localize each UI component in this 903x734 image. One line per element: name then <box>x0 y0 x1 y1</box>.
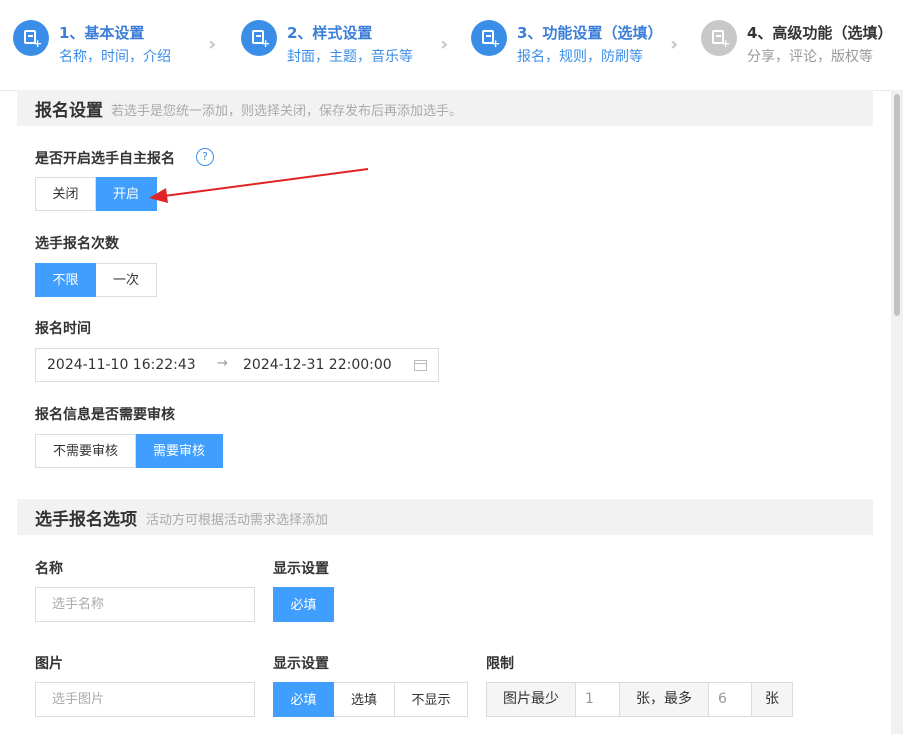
step-subtitle: 名称，时间，介绍 <box>59 49 171 65</box>
options-section-header: 选手报名选项 活动方可根据活动需求选择添加 <box>17 499 873 535</box>
steps-bar: + 1、基本设置 名称，时间，介绍 ›› + 2、样式设置 封面，主题，音乐等 … <box>0 0 903 91</box>
display-setting-label: 显示设置 <box>273 656 329 672</box>
hidden-option[interactable]: 不显示 <box>395 682 468 717</box>
signup-time-label: 报名时间 <box>35 321 91 337</box>
self-signup-off-option[interactable]: 关闭 <box>35 177 96 211</box>
image-display-toggle: 必填 选填 不显示 <box>273 682 468 717</box>
chevron-right-icon: ›› <box>208 34 218 55</box>
image-count-limit: 图片最少 1 张，最多 6 张 <box>486 682 793 717</box>
min-prefix-addon: 图片最少 <box>486 682 576 717</box>
edit-icon: + <box>13 20 49 56</box>
review-toggle: 不需要审核 需要审核 <box>35 434 223 468</box>
review-label: 报名信息是否需要审核 <box>35 407 175 423</box>
name-field-label: 名称 <box>35 561 63 577</box>
step-title: 4、高级功能（选填） <box>747 24 893 42</box>
required-option[interactable]: 必填 <box>273 682 334 717</box>
section-title: 报名设置 <box>35 101 103 121</box>
signup-count-label: 选手报名次数 <box>35 236 119 252</box>
max-prefix-addon: 张，最多 <box>620 682 709 717</box>
signup-date-range-picker[interactable]: 2024-11-10 16:22:43 → 2024-12-31 22:00:0… <box>35 348 439 382</box>
scrollbar-thumb[interactable] <box>894 94 900 316</box>
name-display-toggle: 必填 <box>273 587 334 622</box>
section-hint: 活动方可根据活动需求选择添加 <box>146 513 329 528</box>
contestant-name-field[interactable] <box>35 587 255 622</box>
annotation-arrow <box>149 168 369 203</box>
max-images-input[interactable]: 6 <box>709 682 752 717</box>
contestant-image-field[interactable] <box>35 682 255 717</box>
contestant-image-input[interactable] <box>36 683 254 716</box>
section-title: 选手报名选项 <box>35 510 137 530</box>
self-signup-toggle: 关闭 开启 <box>35 177 157 211</box>
require-review-option[interactable]: 需要审核 <box>136 434 223 468</box>
chevron-right-icon: ›› <box>440 34 450 55</box>
signup-count-toggle: 不限 一次 <box>35 263 157 297</box>
no-review-option[interactable]: 不需要审核 <box>35 434 136 468</box>
display-setting-label: 显示设置 <box>273 561 329 577</box>
step-title: 1、基本设置 <box>59 24 145 42</box>
section-hint: 若选手是您统一添加，则选择关闭，保存发布后再添加选手。 <box>111 104 463 119</box>
step-title: 3、功能设置（选填） <box>517 24 663 42</box>
optional-option[interactable]: 选填 <box>334 682 395 717</box>
contestant-name-input[interactable] <box>36 588 254 621</box>
edit-icon: + <box>471 20 507 56</box>
step-subtitle: 封面，主题，音乐等 <box>287 49 413 65</box>
signup-section-header: 报名设置 若选手是您统一添加，则选择关闭，保存发布后再添加选手。 <box>17 90 873 126</box>
range-arrow: → <box>217 356 228 371</box>
once-option[interactable]: 一次 <box>96 263 157 297</box>
edit-icon: + <box>701 20 737 56</box>
step-title: 2、样式设置 <box>287 24 373 42</box>
step-subtitle: 报名，规则，防刷等 <box>517 49 643 65</box>
end-datetime[interactable]: 2024-12-31 22:00:00 <box>243 357 392 373</box>
required-option[interactable]: 必填 <box>273 587 334 622</box>
min-images-input[interactable]: 1 <box>576 682 620 717</box>
image-field-label: 图片 <box>35 656 63 672</box>
unit-suffix-addon: 张 <box>752 682 793 717</box>
start-datetime[interactable]: 2024-11-10 16:22:43 <box>47 357 196 373</box>
chevron-right-icon: ›› <box>670 34 680 55</box>
unlimited-option[interactable]: 不限 <box>35 263 96 297</box>
limit-label: 限制 <box>486 656 514 672</box>
edit-icon: + <box>241 20 277 56</box>
calendar-icon[interactable] <box>414 360 427 371</box>
step-subtitle: 分享，评论，版权等 <box>747 49 873 65</box>
vertical-scrollbar[interactable] <box>891 90 903 734</box>
